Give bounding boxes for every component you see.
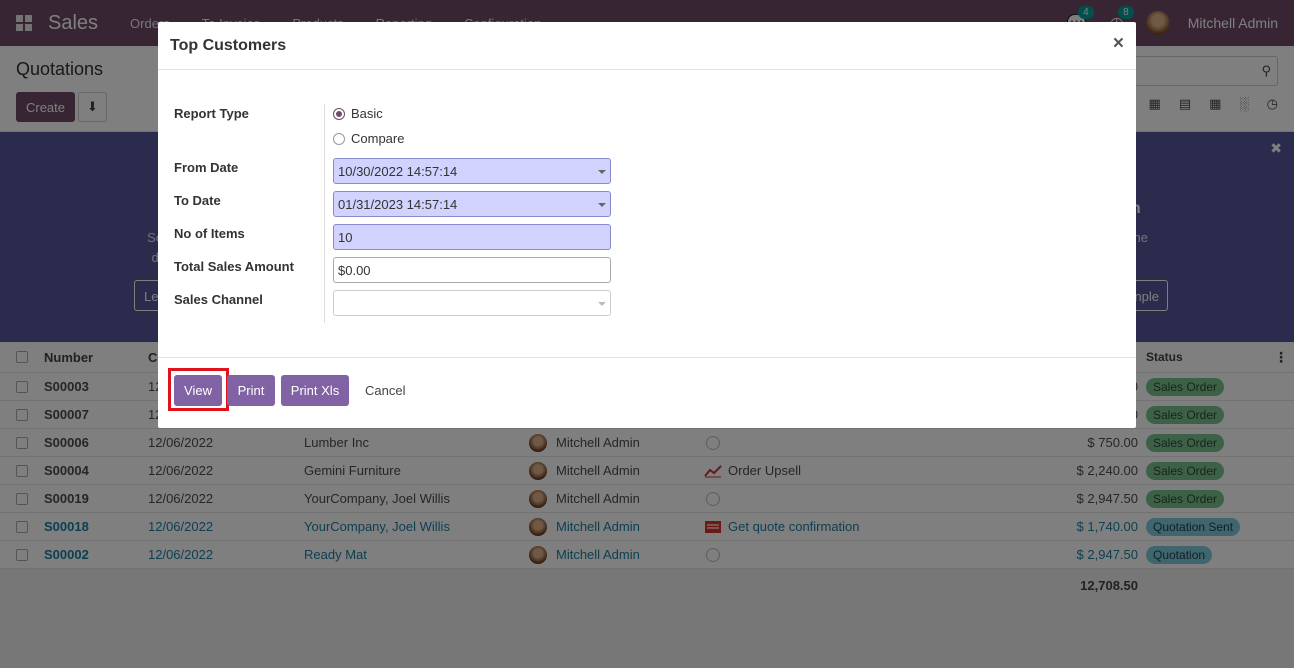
- print-button[interactable]: Print: [227, 375, 275, 406]
- label-sales-channel: Sales Channel: [174, 292, 263, 307]
- label-from-date: From Date: [174, 160, 239, 175]
- radio-basic[interactable]: Basic: [333, 106, 383, 121]
- label-report-type: Report Type: [174, 106, 249, 121]
- radio-compare[interactable]: Compare: [333, 131, 404, 146]
- radio-basic-input[interactable]: [333, 107, 345, 120]
- total-sales-value: $0.00: [338, 262, 371, 278]
- dialog-header: Top Customers ×: [158, 22, 1136, 70]
- from-date-value: 10/30/2022 14:57:14: [338, 163, 458, 179]
- sales-channel-select[interactable]: [333, 290, 611, 316]
- chevron-down-icon[interactable]: [598, 302, 606, 306]
- label-total-sales: Total Sales Amount: [174, 259, 294, 274]
- to-date-value: 01/31/2023 14:57:14: [338, 196, 458, 212]
- radio-compare-input[interactable]: [333, 132, 345, 145]
- total-sales-field[interactable]: $0.00: [333, 257, 611, 283]
- dialog-title: Top Customers: [170, 37, 287, 54]
- from-date-field[interactable]: 10/30/2022 14:57:14: [333, 158, 611, 184]
- close-icon[interactable]: ×: [1113, 33, 1124, 55]
- radio-compare-label[interactable]: Compare: [351, 131, 404, 146]
- to-date-field[interactable]: 01/31/2023 14:57:14: [333, 191, 611, 217]
- print-xls-button[interactable]: Print Xls: [281, 375, 349, 406]
- top-customers-dialog: Top Customers × Report Type From Date To…: [158, 22, 1136, 428]
- label-no-items: No of Items: [174, 226, 245, 241]
- label-to-date: To Date: [174, 193, 221, 208]
- view-button[interactable]: View: [174, 375, 222, 406]
- dialog-footer: View Print Print Xls Cancel: [158, 357, 1136, 428]
- form-divider: [324, 104, 325, 323]
- no-items-field[interactable]: 10: [333, 224, 611, 250]
- no-items-value: 10: [338, 229, 353, 245]
- cancel-button[interactable]: Cancel: [365, 383, 405, 398]
- chevron-down-icon[interactable]: [598, 170, 606, 174]
- radio-basic-label[interactable]: Basic: [351, 106, 383, 121]
- chevron-down-icon[interactable]: [598, 203, 606, 207]
